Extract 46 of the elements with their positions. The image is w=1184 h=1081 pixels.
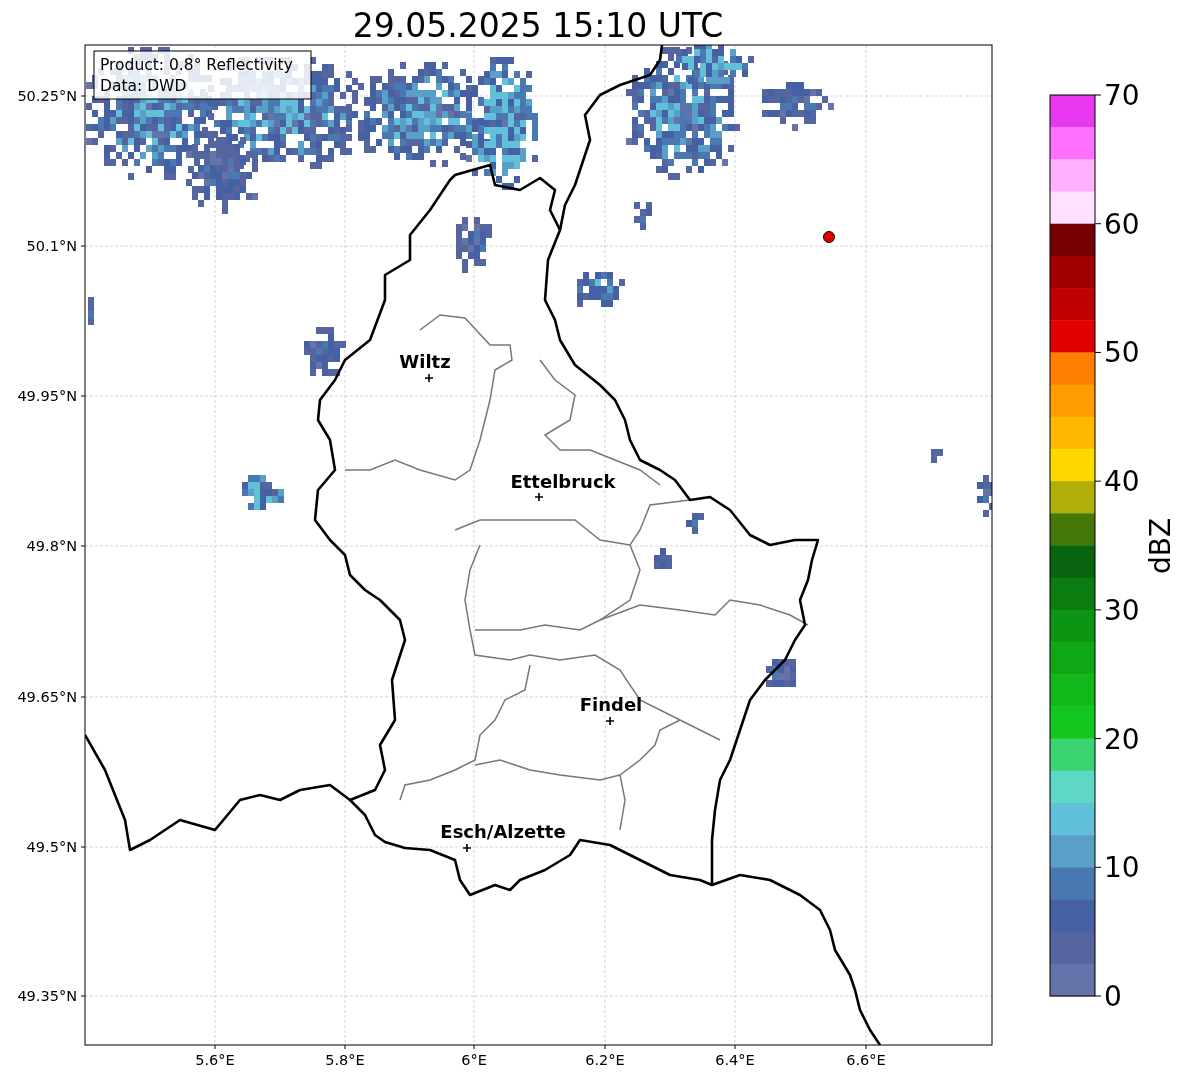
city-marker — [534, 492, 544, 502]
colorbar-tick-label: 20 — [1104, 722, 1140, 756]
tick-label: 5.8°E — [325, 1052, 365, 1068]
radar-echo-drawing — [456, 217, 492, 273]
colorbar-tick-label: 70 — [1104, 79, 1140, 112]
tick-label: 49.95°N — [17, 388, 77, 404]
radar-echo-drawing — [931, 449, 943, 463]
city-marker — [605, 716, 615, 726]
radar-echo-drawing — [242, 475, 284, 510]
colorbar-tick-label: 10 — [1104, 851, 1140, 885]
radar-echo-drawing — [686, 513, 704, 534]
tick-label: 6.2°E — [585, 1052, 625, 1068]
radar-echo-drawing — [654, 548, 672, 569]
colorbar-tick-label: 30 — [1104, 593, 1140, 627]
tick-label: 49.65°N — [17, 689, 77, 705]
colorbar-tick-label: 60 — [1104, 207, 1140, 241]
info-text: Product: 0.8° Reflectivity — [100, 56, 293, 74]
tick-label: 49.5°N — [26, 839, 77, 855]
radar-echo-drawing — [577, 272, 625, 307]
tick-label: 50.25°N — [17, 88, 77, 104]
location-marker — [823, 231, 835, 243]
tick-label: 6°E — [461, 1052, 487, 1068]
colorbar-tick-label: 0 — [1104, 980, 1122, 1013]
tick-label: 50.1°N — [26, 238, 77, 254]
city-label: Ettelbruck — [510, 471, 616, 492]
city-label: Wiltz — [399, 351, 451, 372]
radar-echo-drawing — [766, 659, 796, 687]
city-label: Findel — [579, 694, 643, 715]
city-marker — [462, 843, 472, 853]
radar-echo-drawing — [88, 297, 94, 325]
tick-label: 5.6°E — [195, 1052, 235, 1068]
tick-label: 6.4°E — [715, 1052, 755, 1068]
tick-label: 49.8°N — [26, 538, 77, 554]
radar-echo-drawing — [977, 475, 992, 517]
city-label: Esch/Alzette — [440, 821, 566, 842]
colorbar-tick-label: 40 — [1104, 465, 1140, 499]
city-marker — [424, 373, 434, 383]
radar-echo-drawing — [304, 327, 346, 376]
tick-label: 6.6°E — [846, 1052, 886, 1068]
chart-title: 29.05.2025 15:10 UTC — [352, 6, 724, 45]
colorbar-label: dBZ — [1144, 517, 1177, 575]
radar-echo-drawing — [634, 202, 652, 230]
radar-echo-drawing — [762, 82, 834, 131]
colorbar-tick-label: 50 — [1104, 336, 1140, 370]
info-text: Data: DWD — [100, 77, 187, 95]
tick-label: 49.35°N — [17, 988, 77, 1004]
